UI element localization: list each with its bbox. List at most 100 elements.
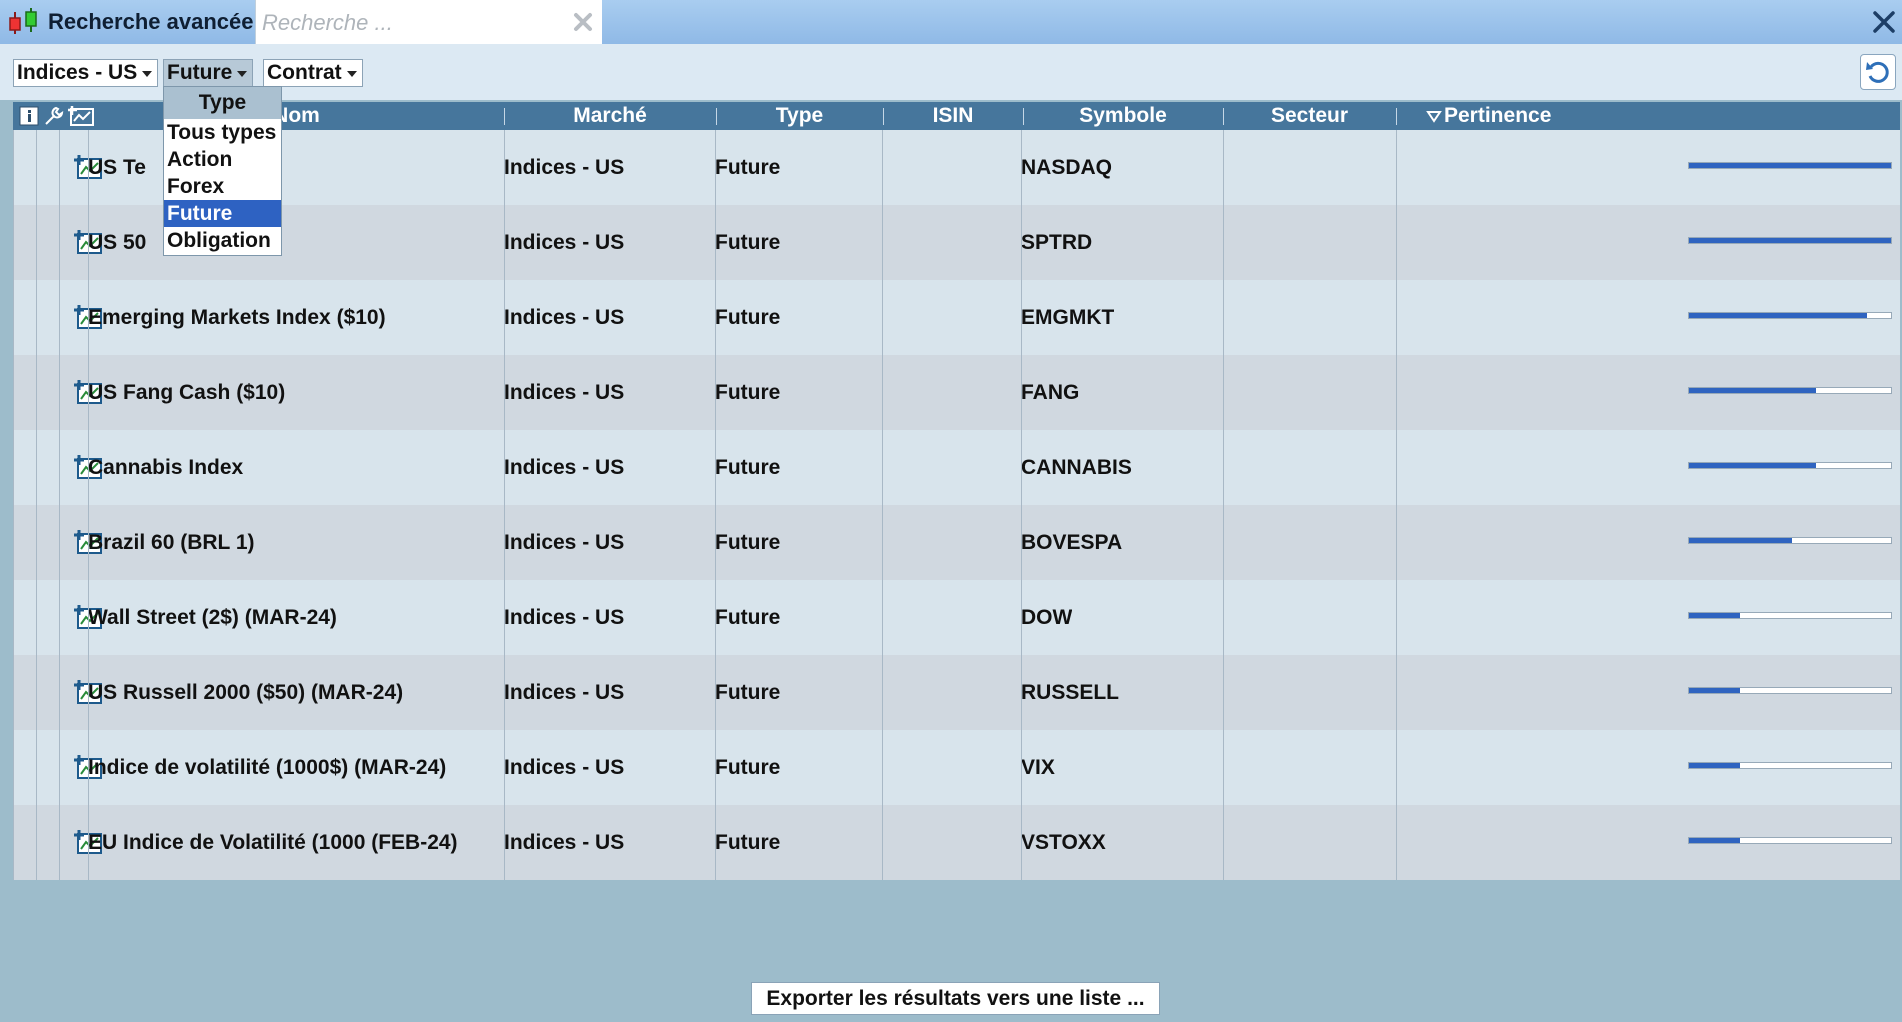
filter-bar: Indices - US Future Contrat <box>0 44 1902 100</box>
sort-descending-icon <box>1426 111 1442 124</box>
cell-type: Future <box>715 831 781 854</box>
relevance-bar-fill <box>1689 613 1740 618</box>
table-row[interactable]: US Teh Indices - US Future NASDAQ <box>13 130 1900 205</box>
relevance-bar-fill <box>1689 313 1867 318</box>
relevance-bar <box>1688 162 1892 169</box>
relevance-bar <box>1688 537 1892 544</box>
search-input[interactable] <box>260 8 564 38</box>
cell-nom: US Russell 2000 ($50) (MAR-24) <box>88 681 404 704</box>
cell-marche: Indices - US <box>504 681 625 704</box>
cell-type: Future <box>715 456 781 479</box>
contract-filter-dropdown[interactable]: Contrat <box>263 59 363 87</box>
cell-nom-visible-start: US 50 <box>88 231 147 254</box>
column-line <box>59 130 60 880</box>
relevance-bar-fill <box>1689 838 1740 843</box>
table-row[interactable]: US 50 Indices - US Future SPTRD <box>13 205 1900 280</box>
cell-type: Future <box>715 306 781 329</box>
refresh-icon <box>1866 61 1889 83</box>
column-line <box>1396 130 1397 880</box>
cell-marche: Indices - US <box>504 456 625 479</box>
refresh-button[interactable] <box>1860 54 1896 90</box>
relevance-bar <box>1688 237 1892 244</box>
market-filter-dropdown[interactable]: Indices - US <box>13 59 159 87</box>
type-menu-item[interactable]: Future <box>164 200 281 227</box>
cell-type: Future <box>715 531 781 554</box>
cell-symbole: VIX <box>1021 756 1055 779</box>
close-window-icon[interactable] <box>1870 8 1898 36</box>
relevance-bar <box>1688 612 1892 619</box>
cell-nom: US Teh <box>88 130 146 205</box>
cell-marche: Indices - US <box>504 831 625 854</box>
relevance-bar <box>1688 837 1892 844</box>
cell-nom: Wall Street (2$) (MAR-24) <box>88 606 337 629</box>
table-row[interactable]: US Fang Cash ($10) Indices - US Future FANG <box>13 355 1900 430</box>
column-line <box>13 130 14 880</box>
cell-marche: Indices - US <box>504 606 625 629</box>
title-bar: Recherche avancée <box>0 0 1902 45</box>
column-line <box>882 130 883 880</box>
relevance-bar-fill <box>1689 463 1817 468</box>
column-line <box>715 130 716 880</box>
relevance-bar-fill <box>1689 163 1891 168</box>
table-row[interactable]: Indice de volatilité (1000$) (MAR-24) Ind… <box>13 730 1900 805</box>
cell-symbole: EMGMKT <box>1021 306 1115 329</box>
table-row[interactable]: Wall Street (2$) (MAR-24) Indices - US Fut… <box>13 580 1900 655</box>
relevance-bar <box>1688 762 1892 769</box>
relevance-bar-fill <box>1689 238 1891 243</box>
cell-nom: EU Indice de Volatilité (1000 (FEB-24) <box>88 831 458 854</box>
cell-symbole: NASDAQ <box>1021 156 1113 179</box>
cell-nom: US 50 <box>88 205 146 280</box>
cell-marche: Indices - US <box>504 231 625 254</box>
type-filter-dropdown[interactable]: Future <box>163 59 254 87</box>
column-header-type[interactable]: Type <box>716 102 883 130</box>
relevance-bar-fill <box>1689 763 1740 768</box>
table-row[interactable]: EU Indice de Volatilité (1000 (FEB-24) In… <box>13 805 1900 880</box>
type-menu-item[interactable]: Forex <box>164 173 281 200</box>
column-line <box>88 130 89 880</box>
search-box[interactable] <box>255 0 602 44</box>
cell-type: Future <box>715 231 781 254</box>
type-filter-label: Future <box>167 61 233 84</box>
column-header-marche[interactable]: Marché <box>504 102 716 130</box>
type-menu-header: Type <box>164 87 281 119</box>
column-header-nom[interactable]: Nom <box>89 102 504 130</box>
cell-symbole: BOVESPA <box>1021 531 1123 554</box>
table-row[interactable]: Emerging Markets Index ($10) Indices - US… <box>13 280 1900 355</box>
contract-filter-label: Contrat <box>267 61 342 84</box>
table-header: Nom Marché Type ISIN Symbole Secteur Per… <box>13 102 1900 130</box>
type-menu-item[interactable]: Action <box>164 146 281 173</box>
wrench-icon[interactable] <box>42 105 64 127</box>
column-header-pertinence[interactable]: Pertinence <box>1396 102 1900 130</box>
cell-symbole: SPTRD <box>1021 231 1093 254</box>
cell-type: Future <box>715 381 781 404</box>
relevance-bar <box>1688 462 1892 469</box>
type-menu-item[interactable]: Tous types <box>164 119 281 146</box>
cell-nom: Emerging Markets Index ($10) <box>88 306 386 329</box>
cell-nom: Brazil 60 (BRL 1) <box>88 531 255 554</box>
relevance-bar <box>1688 687 1892 694</box>
column-header-isin[interactable]: ISIN <box>883 102 1023 130</box>
window-title: Recherche avancée <box>48 9 254 34</box>
cell-marche: Indices - US <box>504 156 625 179</box>
cell-marche: Indices - US <box>504 306 625 329</box>
info-icon[interactable] <box>18 105 40 127</box>
clear-search-icon[interactable] <box>572 11 594 33</box>
chevron-down-icon <box>142 71 153 77</box>
column-header-secteur[interactable]: Secteur <box>1223 102 1396 130</box>
column-line <box>36 130 37 880</box>
table-row[interactable]: Brazil 60 (BRL 1) Indices - US Future BOVES… <box>13 505 1900 580</box>
cell-symbole: VSTOXX <box>1021 831 1106 854</box>
column-header-symbole[interactable]: Symbole <box>1023 102 1223 130</box>
type-menu-item[interactable]: Obligation <box>164 227 281 254</box>
market-filter-label: Indices - US <box>17 61 138 84</box>
column-header-pertinence-label: Pertinence <box>1444 104 1552 127</box>
cell-nom: Cannabis Index <box>88 456 244 479</box>
relevance-bar-fill <box>1689 388 1817 393</box>
export-results-button[interactable]: Exporter les résultats vers une liste ..… <box>751 982 1160 1015</box>
column-line <box>1223 130 1224 880</box>
table-row[interactable]: US Russell 2000 ($50) (MAR-24) Indices - … <box>13 655 1900 730</box>
cell-symbole: RUSSELL <box>1021 681 1120 704</box>
chevron-down-icon <box>237 71 248 77</box>
cell-nom-visible-start: US Te <box>88 156 146 179</box>
table-row[interactable]: Cannabis Index Indices - US Future CANNABIS <box>13 430 1900 505</box>
